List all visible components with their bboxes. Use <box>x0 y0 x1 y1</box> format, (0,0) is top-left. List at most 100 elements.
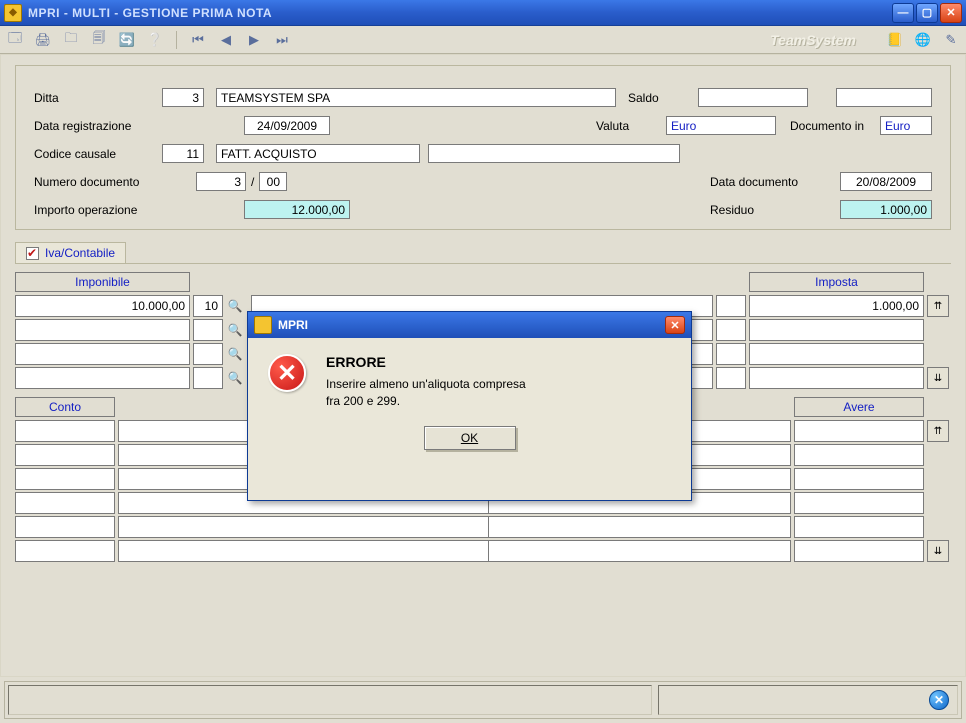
nav-prev-icon[interactable]: ◀ <box>217 31 235 49</box>
imposta-cell-0[interactable]: 1.000,00 <box>749 295 924 317</box>
dialog-title: MPRI <box>278 318 308 332</box>
codice-causale-extra-field[interactable] <box>428 144 680 163</box>
wide-row-4[interactable] <box>118 516 791 538</box>
imponibile-cell-1[interactable] <box>15 319 190 341</box>
brand-label: TeamSystem <box>770 32 856 48</box>
tab-iva-contabile[interactable]: Iva/Contabile <box>15 242 126 263</box>
aliq-cell-3[interactable] <box>193 367 223 389</box>
residuo-field[interactable]: 1.000,00 <box>840 200 932 219</box>
toolbar-new-icon[interactable]: 🗔 <box>6 31 24 49</box>
nav-first-icon[interactable]: ⏮ <box>189 31 207 49</box>
documento-in-field[interactable]: Euro <box>880 116 932 135</box>
data-reg-label: Data registrazione <box>34 119 162 133</box>
pre-imposta-cell-0[interactable] <box>716 295 746 317</box>
toolbar-help-icon[interactable]: ❔ <box>146 31 164 49</box>
conto-cell-3[interactable] <box>15 492 115 514</box>
imponibile-cell-3[interactable] <box>15 367 190 389</box>
status-bar: ✕ <box>0 677 966 723</box>
iva-checkbox[interactable] <box>26 247 39 260</box>
aliq-cell-2[interactable] <box>193 343 223 365</box>
iva-check-input[interactable] <box>26 247 39 260</box>
aliq-cell-1[interactable] <box>193 319 223 341</box>
scroll-up-button-2[interactable]: ⇈ <box>927 420 949 442</box>
toolbar-copy-icon[interactable]: 🗐 <box>90 31 108 49</box>
toolbar-edit-icon[interactable]: ✎ <box>942 31 960 49</box>
avere-cell-5[interactable] <box>794 540 924 562</box>
conto-cell-5[interactable] <box>15 540 115 562</box>
numero-doc-field[interactable]: 3 <box>196 172 246 191</box>
toolbar-globe-icon[interactable]: 🌐 <box>914 31 932 49</box>
scroll-up-button-1[interactable]: ⇈ <box>927 295 949 317</box>
close-button[interactable]: ✕ <box>940 3 962 23</box>
imposta-cell-2[interactable] <box>749 343 924 365</box>
codice-causale-label: Codice causale <box>34 147 162 161</box>
codice-causale-code-field[interactable]: 11 <box>162 144 204 163</box>
numero-doc-sep: / <box>246 175 259 189</box>
scroll-down-button-1[interactable]: ⇊ <box>927 367 949 389</box>
lookup-icon-2[interactable]: 🔍 <box>226 345 244 363</box>
numero-doc-suffix-field[interactable]: 00 <box>259 172 287 191</box>
avere-cell-2[interactable] <box>794 468 924 490</box>
pre-imposta-cell-3[interactable] <box>716 367 746 389</box>
dialog-titlebar: MPRI ✕ <box>248 312 691 338</box>
imponibile-cell-2[interactable] <box>15 343 190 365</box>
minimize-button[interactable]: — <box>892 3 914 23</box>
ditta-name-field[interactable]: TEAMSYSTEM SPA <box>216 88 616 107</box>
help-button[interactable]: ✕ <box>929 690 949 710</box>
ditta-code-field[interactable]: 3 <box>162 88 204 107</box>
tab-iva-label: Iva/Contabile <box>45 246 115 260</box>
ditta-label: Ditta <box>34 91 162 105</box>
wide-row-5[interactable] <box>118 540 791 562</box>
window-title: MPRI - MULTI - GESTIONE PRIMA NOTA <box>28 6 892 20</box>
toolbar-separator <box>176 31 177 49</box>
data-reg-field[interactable]: 24/09/2009 <box>244 116 330 135</box>
importo-field[interactable]: 12.000,00 <box>244 200 350 219</box>
data-doc-field[interactable]: 20/08/2009 <box>840 172 932 191</box>
residuo-label: Residuo <box>710 203 840 217</box>
imposta-cell-1[interactable] <box>749 319 924 341</box>
imposta-cell-3[interactable] <box>749 367 924 389</box>
toolbar-print-icon[interactable]: 🖨 <box>34 31 52 49</box>
documento-in-label: Documento in <box>790 119 880 133</box>
conto-header: Conto <box>15 397 115 417</box>
saldo-field[interactable] <box>698 88 808 107</box>
lookup-icon-3[interactable]: 🔍 <box>226 369 244 387</box>
nav-last-icon[interactable]: ⏭ <box>273 31 291 49</box>
avere-header: Avere <box>794 397 924 417</box>
valuta-label: Valuta <box>596 119 666 133</box>
toolbar-open-icon[interactable]: 🗀 <box>62 31 80 49</box>
lookup-icon-0[interactable]: 🔍 <box>226 297 244 315</box>
pre-imposta-cell-2[interactable] <box>716 343 746 365</box>
toolbar-book-icon[interactable]: 📒 <box>886 31 904 49</box>
avere-cell-3[interactable] <box>794 492 924 514</box>
conto-cell-2[interactable] <box>15 468 115 490</box>
conto-cell-1[interactable] <box>15 444 115 466</box>
toolbar: 🗔 🖨 🗀 🗐 🔄 ❔ ⏮ ◀ ▶ ⏭ TeamSystem 📒 🌐 ✎ <box>0 26 966 54</box>
maximize-button[interactable]: ▢ <box>916 3 938 23</box>
error-icon: ✕ <box>268 354 306 392</box>
pre-imposta-cell-1[interactable] <box>716 319 746 341</box>
status-box-2: ✕ <box>658 685 958 715</box>
dialog-close-button[interactable]: ✕ <box>665 316 685 334</box>
avere-cell-0[interactable] <box>794 420 924 442</box>
error-heading: ERRORE <box>326 354 526 370</box>
valuta-field[interactable]: Euro <box>666 116 776 135</box>
data-doc-label: Data documento <box>710 175 840 189</box>
ok-button[interactable]: OK <box>424 426 516 450</box>
avere-cell-1[interactable] <box>794 444 924 466</box>
form-panel: Ditta 3 TEAMSYSTEM SPA Saldo Data regist… <box>15 65 951 230</box>
imponibile-header: Imponibile <box>15 272 190 292</box>
conto-cell-0[interactable] <box>15 420 115 442</box>
imposta-header: Imposta <box>749 272 924 292</box>
nav-next-icon[interactable]: ▶ <box>245 31 263 49</box>
codice-causale-desc-field[interactable]: FATT. ACQUISTO <box>216 144 420 163</box>
avere-cell-4[interactable] <box>794 516 924 538</box>
lookup-icon-1[interactable]: 🔍 <box>226 321 244 339</box>
error-line2: fra 200 e 299. <box>326 393 526 410</box>
aliq-cell-0[interactable]: 10 <box>193 295 223 317</box>
imponibile-cell-0[interactable]: 10.000,00 <box>15 295 190 317</box>
scroll-down-button-2[interactable]: ⇊ <box>927 540 949 562</box>
saldo-extra-field[interactable] <box>836 88 932 107</box>
toolbar-refresh-icon[interactable]: 🔄 <box>118 31 136 49</box>
conto-cell-4[interactable] <box>15 516 115 538</box>
